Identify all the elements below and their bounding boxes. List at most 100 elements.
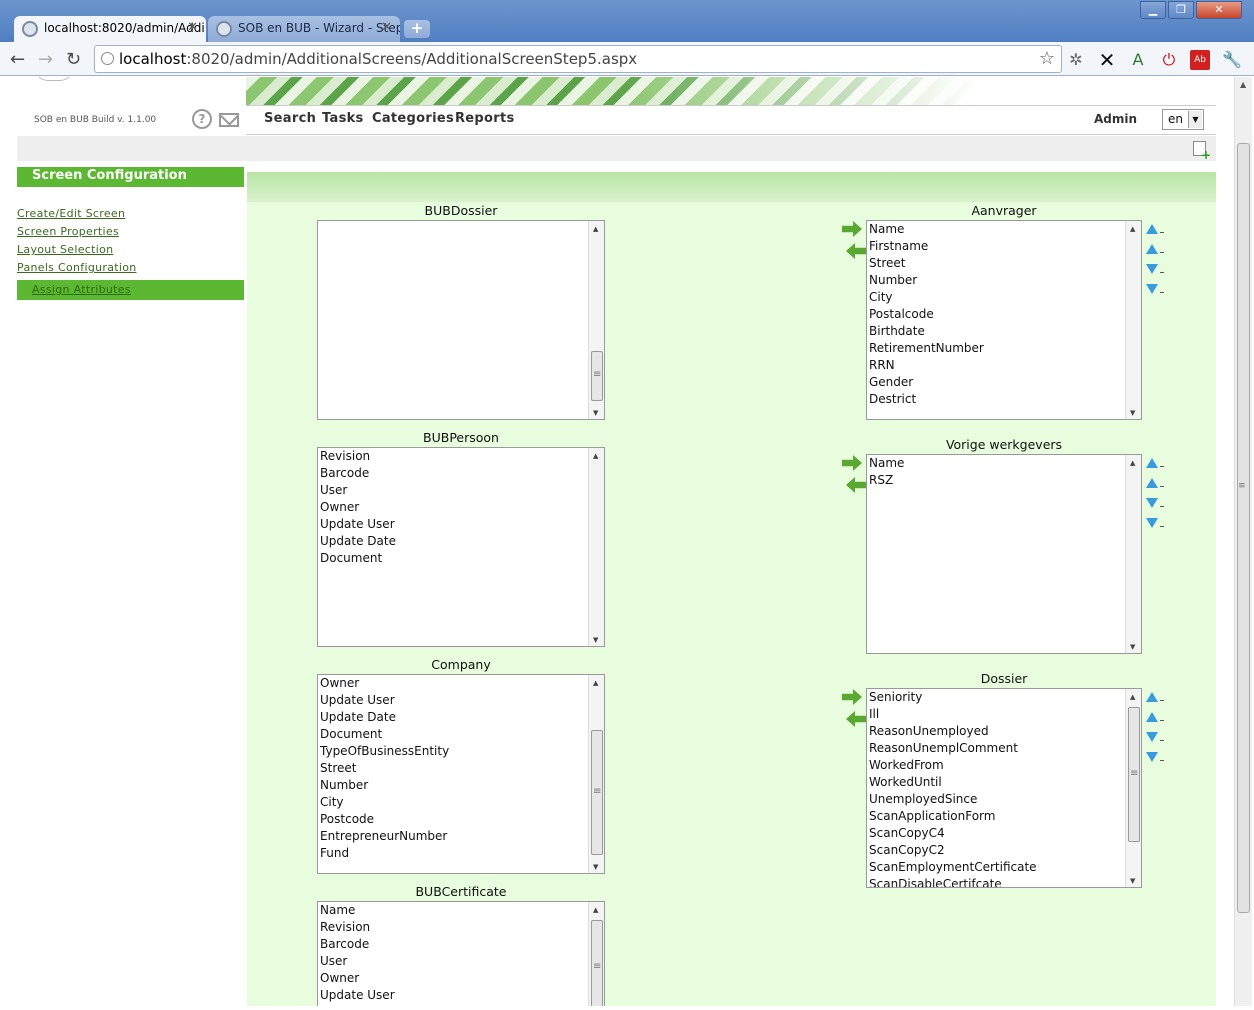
- tab-admin[interactable]: localhost:8020/admin/Addi ✕: [14, 16, 206, 42]
- forward-icon[interactable]: →: [38, 49, 53, 70]
- list-item[interactable]: Update User: [318, 692, 604, 709]
- scroll-up-icon[interactable]: ▲: [1130, 459, 1135, 467]
- list-item[interactable]: Name: [867, 221, 1141, 238]
- sidebar-link-panels-configuration[interactable]: Panels Configuration: [17, 261, 137, 274]
- language-select[interactable]: en ▼: [1162, 109, 1204, 130]
- list-item[interactable]: Name: [867, 455, 1141, 472]
- list-item[interactable]: ReasonUnemplComment: [867, 740, 1141, 757]
- wrench-icon[interactable]: 🔧: [1222, 50, 1242, 70]
- attribute-listbox[interactable]: Seniority Ill ReasonUnemployed ReasonUnempl…: [866, 688, 1142, 888]
- close-icon[interactable]: ✕: [381, 20, 392, 35]
- sidebar-link-assign-attributes[interactable]: Assign Attributes: [32, 283, 131, 296]
- translate-extension-icon[interactable]: A: [1128, 50, 1148, 70]
- list-item[interactable]: UnemployedSince: [867, 791, 1141, 808]
- list-item[interactable]: Street: [318, 760, 604, 777]
- sidebar-item-active[interactable]: Assign Attributes: [17, 280, 244, 300]
- sidebar-link-create-edit[interactable]: Create/Edit Screen: [17, 207, 125, 220]
- list-item[interactable]: Barcode: [318, 936, 604, 953]
- scrollbar-thumb[interactable]: [591, 730, 603, 855]
- list-item[interactable]: Document: [318, 726, 604, 743]
- bookmark-star-icon[interactable]: ☆: [1039, 48, 1055, 69]
- back-icon[interactable]: ←: [10, 49, 25, 70]
- nav-search[interactable]: Search: [264, 111, 316, 126]
- list-item[interactable]: ScanApplicationForm: [867, 808, 1141, 825]
- list-item[interactable]: Ill: [867, 706, 1141, 723]
- chevron-down-icon[interactable]: ▼: [1188, 111, 1202, 128]
- list-item[interactable]: User: [318, 953, 604, 970]
- scroll-up-icon[interactable]: ▲: [593, 679, 598, 687]
- scroll-up-icon[interactable]: ▲: [1130, 693, 1135, 701]
- listbox-scrollbar[interactable]: ▲▼: [1125, 689, 1141, 887]
- list-item[interactable]: RRN: [867, 357, 1141, 374]
- reload-icon[interactable]: ↻: [66, 49, 81, 70]
- stop-extension-icon[interactable]: ⏻: [1159, 50, 1179, 70]
- address-bar[interactable]: localhost:8020/admin/AdditionalScreens/A…: [94, 45, 1062, 73]
- attribute-listbox[interactable]: ▲ ▼: [317, 220, 605, 420]
- scroll-down-icon[interactable]: ▼: [1130, 409, 1135, 417]
- list-item[interactable]: EntrepreneurNumber: [318, 828, 604, 845]
- listbox-scrollbar[interactable]: ▲▼: [588, 221, 604, 419]
- list-item[interactable]: ScanEmploymentCertificate: [867, 859, 1141, 876]
- list-item[interactable]: TypeOfBusinessEntity: [318, 743, 604, 760]
- attribute-listbox[interactable]: Name RSZ ▲ ▼: [866, 454, 1142, 654]
- scroll-down-icon[interactable]: ▼: [593, 636, 598, 644]
- scroll-up-icon[interactable]: ▲: [593, 452, 598, 460]
- list-item[interactable]: ReasonUnemployed: [867, 723, 1141, 740]
- attribute-listbox[interactable]: Name Revision Barcode User Owner Update User ▲…: [317, 901, 605, 1006]
- listbox-scrollbar[interactable]: ▲▼: [588, 448, 604, 646]
- sidebar-link-layout-selection[interactable]: Layout Selection: [17, 243, 113, 256]
- scrollbar-thumb[interactable]: [1237, 143, 1250, 913]
- list-item[interactable]: Postcode: [318, 811, 604, 828]
- list-item[interactable]: Firstname: [867, 238, 1141, 255]
- list-item[interactable]: ScanCopyC2: [867, 842, 1141, 859]
- scroll-down-icon[interactable]: ▼: [1130, 877, 1135, 885]
- scrollbar-thumb[interactable]: [591, 920, 603, 1006]
- list-item[interactable]: Barcode: [318, 465, 604, 482]
- list-item[interactable]: WorkedUntil: [867, 774, 1141, 791]
- scroll-up-icon[interactable]: ▲: [593, 906, 598, 914]
- scroll-down-icon[interactable]: ▼: [1130, 643, 1135, 651]
- list-item[interactable]: Gender: [867, 374, 1141, 391]
- list-item[interactable]: Fund: [318, 845, 604, 862]
- scroll-down-icon[interactable]: ▼: [593, 409, 598, 417]
- scroll-down-icon[interactable]: ▼: [593, 863, 598, 871]
- listbox-scrollbar[interactable]: ▲▼: [1125, 221, 1141, 419]
- list-item[interactable]: ScanDisableCertifcate: [867, 876, 1141, 887]
- list-item[interactable]: Update User: [318, 987, 604, 1004]
- list-item[interactable]: Seniority: [867, 689, 1141, 706]
- page-scrollbar[interactable]: ▲ ≡: [1234, 77, 1252, 1006]
- sidebar-link-screen-properties[interactable]: Screen Properties: [17, 225, 119, 238]
- list-item[interactable]: Revision: [318, 448, 604, 465]
- attribute-listbox[interactable]: Name Firstname Street Number City Postalcode B…: [866, 220, 1142, 420]
- gear-extension-icon[interactable]: ✲: [1066, 50, 1086, 70]
- nav-reports[interactable]: Reports: [455, 111, 515, 126]
- list-item[interactable]: Update Date: [318, 533, 604, 550]
- list-item[interactable]: Street: [867, 255, 1141, 272]
- tab-wizard[interactable]: SOB en BUB - Wizard - Step ✕: [208, 16, 400, 42]
- list-item[interactable]: Destrict: [867, 391, 1141, 408]
- list-item[interactable]: User: [318, 482, 604, 499]
- list-item[interactable]: City: [867, 289, 1141, 306]
- list-item[interactable]: Revision: [318, 919, 604, 936]
- add-page-icon[interactable]: [1193, 141, 1211, 162]
- scroll-up-icon[interactable]: ▲: [1130, 225, 1135, 233]
- minimize-button[interactable]: ▁: [1140, 1, 1166, 19]
- listbox-scrollbar[interactable]: ▲▼: [1125, 455, 1141, 653]
- scroll-up-icon[interactable]: ▲: [1240, 80, 1246, 89]
- listbox-scrollbar[interactable]: ▲▼: [588, 675, 604, 873]
- list-item[interactable]: Owner: [318, 499, 604, 516]
- list-item[interactable]: Update Date: [318, 709, 604, 726]
- list-item[interactable]: Owner: [318, 970, 604, 987]
- list-item[interactable]: Owner: [318, 675, 604, 692]
- x-extension-icon[interactable]: ✕: [1097, 50, 1117, 70]
- list-item[interactable]: Birthdate: [867, 323, 1141, 340]
- attribute-listbox[interactable]: Revision Barcode User Owner Update User Updat…: [317, 447, 605, 647]
- list-item[interactable]: RSZ: [867, 472, 1141, 489]
- mail-icon[interactable]: [219, 113, 239, 127]
- list-item[interactable]: RetirementNumber: [867, 340, 1141, 357]
- nav-categories[interactable]: Categories: [372, 111, 454, 126]
- help-icon[interactable]: ?: [192, 109, 212, 129]
- list-item[interactable]: Postalcode: [867, 306, 1141, 323]
- nav-tasks[interactable]: Tasks: [322, 111, 364, 126]
- list-item[interactable]: Document: [318, 550, 604, 567]
